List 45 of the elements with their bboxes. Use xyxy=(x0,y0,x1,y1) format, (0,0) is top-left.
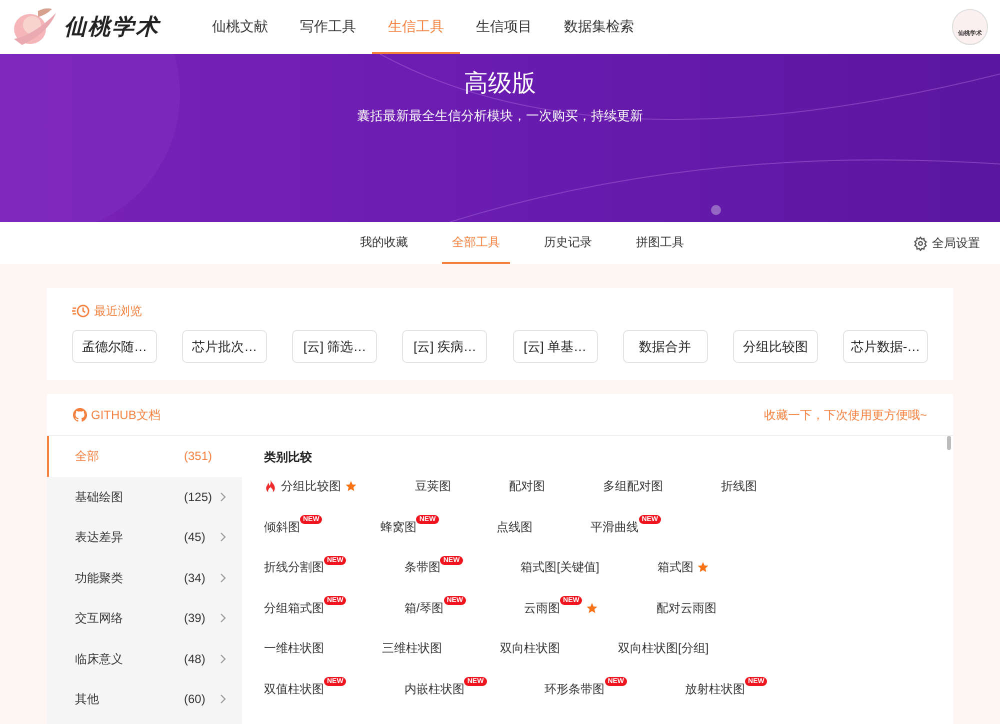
recent-chip[interactable]: 芯片数据-… xyxy=(842,330,928,363)
category-item[interactable]: 临床意义 (48) xyxy=(47,638,242,679)
tool-link[interactable]: 双向柱状图 xyxy=(500,639,560,658)
tool-link[interactable]: 折线图 xyxy=(721,477,757,496)
tool-link[interactable]: 三维柱状图 xyxy=(382,639,442,658)
tab[interactable]: 拼图工具 xyxy=(626,222,694,264)
nav-link[interactable]: 数据集检索 xyxy=(548,0,650,54)
nav-link[interactable]: 写作工具 xyxy=(284,0,372,54)
recent-chip[interactable]: [云] 单基… xyxy=(512,330,598,363)
tool-link[interactable]: 箱式图 xyxy=(657,558,710,576)
tab[interactable]: 我的收藏 xyxy=(350,222,418,264)
banner-subtitle: 囊括最新最全生信分析模块，一次购买，持续更新 xyxy=(357,107,643,125)
bookmark-hint: 收藏一下，下次使用更方便哦~ xyxy=(764,406,927,424)
settings-button[interactable]: 全局设置 xyxy=(913,234,980,252)
tab[interactable]: 历史记录 xyxy=(534,222,602,264)
settings-icon xyxy=(913,236,928,250)
tool-link[interactable]: 双向柱状图[分组] xyxy=(618,639,709,658)
category-item[interactable]: 功能聚类 (34) xyxy=(47,558,242,598)
nav-link[interactable]: 生信项目 xyxy=(460,0,548,54)
category-item[interactable]: 交互网络 (39) xyxy=(47,598,242,638)
logo-text: 仙桃学术 xyxy=(64,12,160,42)
tool-link[interactable]: 分组比较图 xyxy=(264,477,357,496)
github-icon xyxy=(73,408,87,422)
recent-chip[interactable]: [云] 疾病… xyxy=(402,330,488,363)
tool-link[interactable]: 点线图 xyxy=(496,518,533,536)
tool-link[interactable]: 配对云雨图 xyxy=(656,598,716,617)
nav-link[interactable]: 仙桃文献 xyxy=(196,0,284,54)
tool-link[interactable]: 箱式图[关键值] xyxy=(520,558,600,576)
recent-chip[interactable]: 分组比较图 xyxy=(732,330,818,363)
category-item[interactable]: 表达差异 (45) xyxy=(47,517,242,558)
tool-link[interactable]: 豆荚图 xyxy=(415,477,451,496)
recent-chip[interactable]: 孟德尔随… xyxy=(72,330,157,363)
tool-link[interactable]: 多组配对图 xyxy=(603,477,663,496)
history-icon xyxy=(72,304,90,318)
recent-chip[interactable]: [云] 筛选… xyxy=(292,330,378,363)
category-item[interactable]: 其他 (60) xyxy=(47,679,242,720)
banner-title: 高级版 xyxy=(464,69,536,99)
tool-link[interactable]: 一维柱状图 xyxy=(264,639,324,658)
section-title: 类别比较 xyxy=(264,449,313,466)
category-item[interactable]: 基础绘图 (125) xyxy=(47,476,242,517)
scrollbar xyxy=(947,436,951,450)
recent-chip[interactable]: 芯片批次… xyxy=(182,330,268,363)
recent-title: 最近浏览 xyxy=(94,303,142,320)
tool-link[interactable]: 配对图 xyxy=(509,477,545,496)
recent-chip[interactable]: 数据合并 xyxy=(622,330,708,363)
